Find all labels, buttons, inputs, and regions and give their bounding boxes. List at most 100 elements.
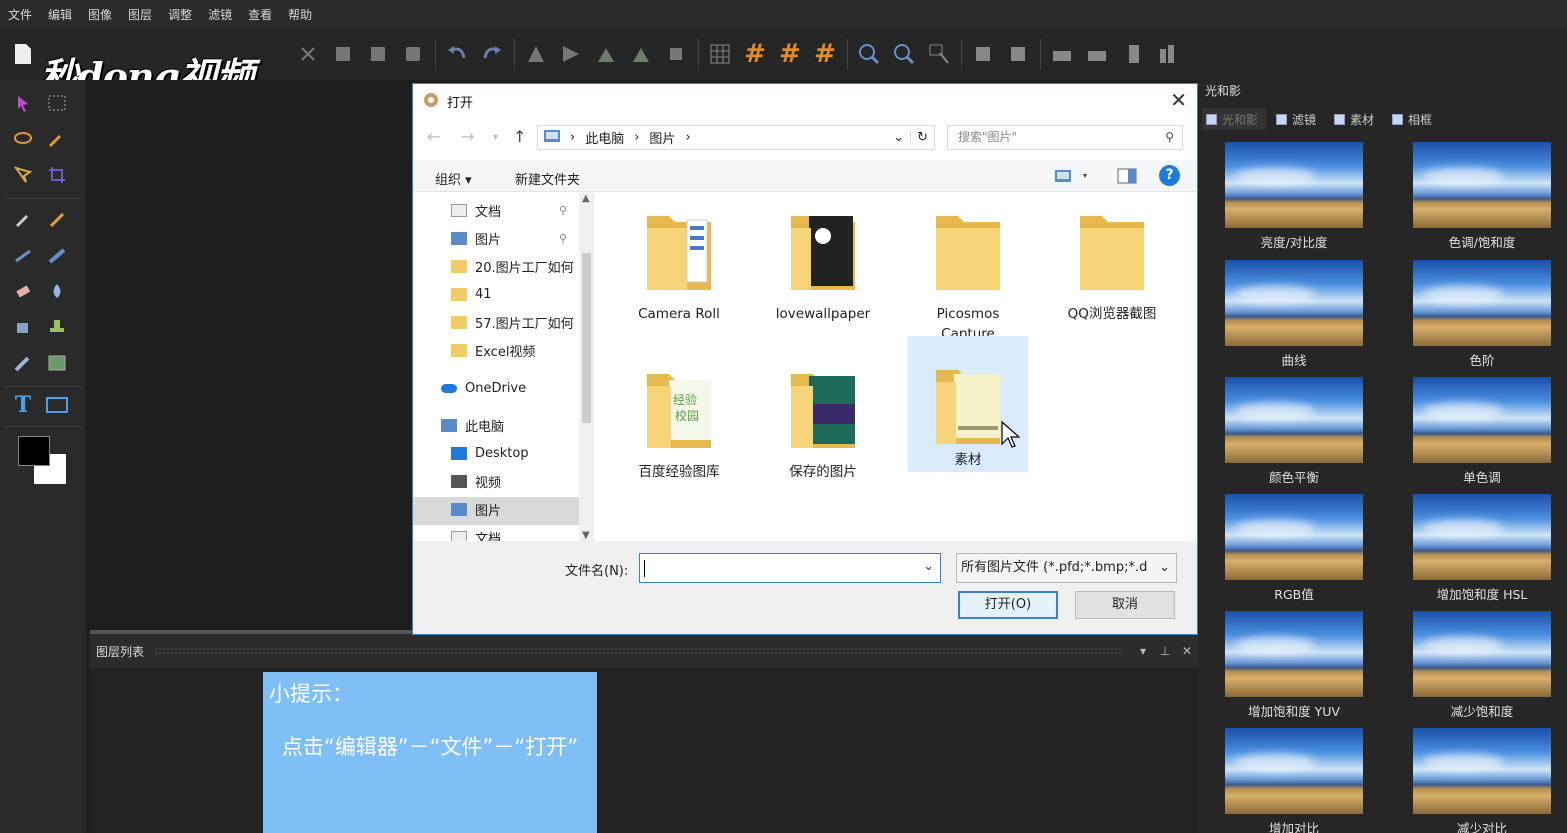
foreground-color-swatch[interactable] (18, 436, 50, 466)
effect-thumbnail[interactable]: 减少对比 (1412, 728, 1552, 833)
scroll-up-icon[interactable]: ▲ (582, 193, 590, 204)
pin-icon[interactable]: ⊥ (1154, 644, 1176, 658)
fill-bucket-icon[interactable] (12, 316, 34, 338)
nav-item-videos[interactable]: 视频 (451, 470, 501, 492)
tab-frames[interactable]: 相框 (1388, 108, 1440, 130)
pointer-tool-icon[interactable] (12, 92, 34, 114)
rotate-right-icon[interactable] (628, 41, 654, 67)
organize-button[interactable]: 组织 ▾ (435, 169, 472, 188)
folder-item-selected[interactable]: 素材 (908, 336, 1028, 472)
filename-input[interactable]: ⌄ (639, 553, 941, 583)
nav-item-pictures-quick[interactable]: 图片 ⚲ (451, 227, 567, 249)
cancel-button[interactable]: 取消 (1075, 591, 1175, 619)
nav-item-documents[interactable]: 文档 ⚲ (451, 199, 567, 221)
effect-thumbnail[interactable]: 曲线 (1224, 260, 1364, 378)
nav-item-onedrive[interactable]: OneDrive (441, 377, 526, 399)
rectangle-tool-icon[interactable] (46, 394, 68, 416)
nav-item-folder[interactable]: 20.图片工厂如何 (451, 255, 574, 277)
effect-thumbnail[interactable]: 增加饱和度 YUV (1224, 611, 1364, 729)
nav-scrollbar[interactable]: ▲ ▼ (579, 193, 594, 541)
effect-thumbnail[interactable]: 单色调 (1412, 377, 1552, 495)
grid-icon[interactable] (707, 41, 733, 67)
back-arrow-icon[interactable]: ← (427, 127, 440, 146)
panel-grip[interactable] (154, 647, 1122, 655)
menu-help[interactable]: 帮助 (288, 6, 312, 23)
line-tool-icon[interactable] (12, 244, 34, 266)
menu-file[interactable]: 文件 (8, 6, 32, 23)
pencil-icon[interactable] (46, 208, 68, 230)
effect-thumbnail[interactable]: 色调/饱和度 (1412, 142, 1552, 260)
help-icon[interactable]: ? (1159, 165, 1180, 186)
rotate-left-icon[interactable] (593, 41, 619, 67)
nav-item-folder[interactable]: 41 (451, 283, 492, 305)
scrollbar-thumb[interactable] (582, 253, 591, 423)
blur-drop-icon[interactable] (46, 280, 68, 302)
eraser-icon[interactable] (12, 280, 34, 302)
dialog-titlebar[interactable]: 打开 ✕ (413, 84, 1197, 116)
menu-image[interactable]: 图像 (88, 6, 112, 23)
crop-fit-icon[interactable] (970, 41, 996, 67)
text-tool-icon[interactable]: T (12, 392, 34, 418)
select-pointer-icon[interactable] (926, 41, 952, 67)
flip-vertical-icon[interactable] (523, 41, 549, 67)
hash-grid-icon[interactable]: # (777, 39, 803, 69)
open-button[interactable]: 打开(O) (958, 591, 1058, 619)
effect-thumbnail[interactable]: 颜色平衡 (1224, 377, 1364, 495)
magic-wand-icon[interactable] (46, 128, 68, 150)
address-box[interactable]: › 此电脑 › 图片 › ⌄ ↻ (537, 125, 935, 150)
effect-thumbnail[interactable]: RGB值 (1224, 494, 1364, 612)
filetype-select[interactable]: 所有图片文件 (*.pfd;*.bmp;*.d ⌄ (956, 553, 1177, 583)
save-icon[interactable] (365, 41, 391, 67)
pin-icon[interactable]: ⚲ (559, 232, 567, 245)
redo-icon[interactable] (479, 41, 505, 67)
skew-icon[interactable] (663, 41, 689, 67)
breadcrumb-pictures[interactable]: 图片 (649, 128, 675, 147)
effect-thumbnail[interactable]: 亮度/对比度 (1224, 142, 1364, 260)
polygon-lasso-icon[interactable] (12, 164, 34, 186)
recent-dropdown-icon[interactable]: ▾ (493, 132, 498, 143)
effect-thumbnail[interactable]: 增加对比 (1224, 728, 1364, 833)
menu-edit[interactable]: 编辑 (48, 6, 72, 23)
tab-filters[interactable]: 滤镜 (1272, 108, 1324, 130)
print-icon[interactable] (400, 41, 426, 67)
cut-icon[interactable] (295, 41, 321, 67)
pin-icon[interactable]: ⚲ (559, 204, 567, 217)
menu-view[interactable]: 查看 (248, 6, 272, 23)
address-dropdown-icon[interactable]: ⌄ (893, 130, 904, 145)
scroll-down-icon[interactable]: ▼ (582, 530, 590, 541)
folder-item[interactable]: Camera Roll (619, 196, 739, 332)
align-bottom-icon[interactable] (1154, 41, 1180, 67)
tab-light-shadow[interactable]: 光和影 (1202, 108, 1267, 130)
search-input[interactable]: 搜索"图片" ⚲ (947, 125, 1183, 150)
zoom-in-icon[interactable] (856, 41, 882, 67)
forward-arrow-icon[interactable]: → (461, 127, 474, 146)
hash-grid-icon[interactable]: # (812, 39, 838, 69)
menu-layer[interactable]: 图层 (128, 6, 152, 23)
nav-item-desktop[interactable]: Desktop (451, 442, 529, 464)
brush-icon[interactable] (46, 244, 68, 266)
folder-item[interactable]: Picosmos Capture (908, 196, 1028, 342)
effect-thumbnail[interactable]: 减少饱和度 (1412, 611, 1552, 729)
hash-grid-icon[interactable]: # (742, 39, 768, 69)
stamp-icon[interactable] (46, 316, 68, 338)
panel-dropdown-icon[interactable]: ▾ (1132, 644, 1154, 658)
zoom-out-icon[interactable] (891, 41, 917, 67)
nav-item-pictures[interactable]: 图片 (451, 498, 501, 520)
align-right-icon[interactable] (1119, 41, 1145, 67)
nav-item-this-pc[interactable]: 此电脑 (441, 414, 504, 436)
gradient-brush-icon[interactable] (12, 352, 34, 374)
folder-item[interactable]: 经验 校园 百度经验图库 (619, 354, 739, 490)
chevron-down-icon[interactable]: ⌄ (923, 559, 934, 574)
crop-tool-icon[interactable] (46, 164, 68, 186)
new-folder-button[interactable]: 新建文件夹 (515, 169, 580, 188)
crop-expand-icon[interactable] (1005, 41, 1031, 67)
align-center-icon[interactable] (1084, 41, 1110, 67)
nav-item-folder[interactable]: 57.图片工厂如何 (451, 311, 574, 333)
effect-thumbnail[interactable]: 增加饱和度 HSL (1412, 494, 1552, 612)
view-options-icon[interactable] (1055, 169, 1089, 187)
menu-filter[interactable]: 滤镜 (208, 6, 232, 23)
refresh-icon[interactable]: ↻ (910, 130, 928, 145)
copy-icon[interactable] (330, 41, 356, 67)
folder-item[interactable]: 保存的图片 (763, 354, 883, 490)
flip-horizontal-icon[interactable] (558, 41, 584, 67)
